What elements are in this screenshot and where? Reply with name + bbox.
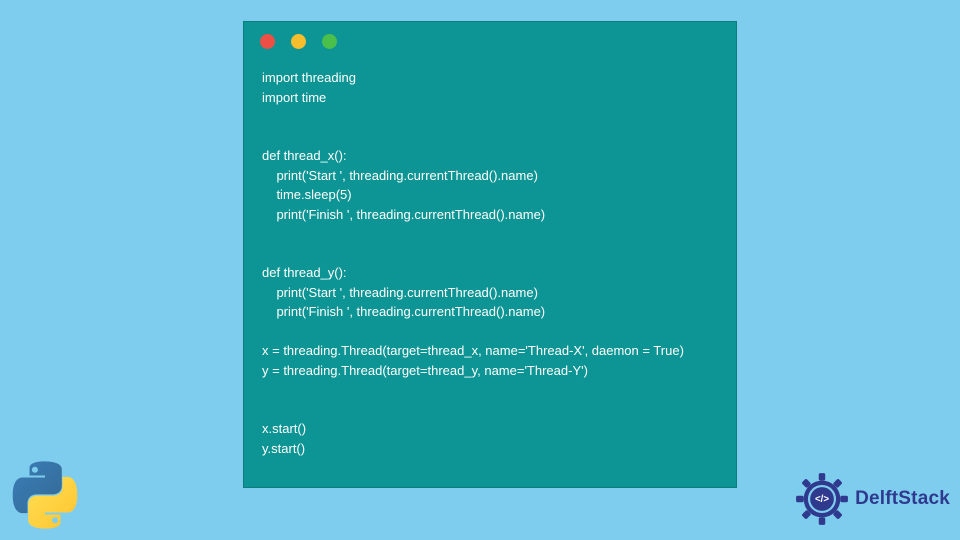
close-icon	[260, 34, 275, 49]
python-logo-icon	[8, 458, 82, 532]
brand-delftstack: </> DelftStack	[795, 472, 950, 526]
brand-name: DelftStack	[855, 488, 950, 510]
minimize-icon	[291, 34, 306, 49]
code-body: import threading import time def thread_…	[244, 60, 736, 470]
maximize-icon	[322, 34, 337, 49]
window-titlebar	[244, 22, 736, 60]
code-window: import threading import time def thread_…	[243, 21, 737, 488]
delftstack-seal-icon: </>	[795, 472, 849, 526]
svg-text:</>: </>	[815, 494, 829, 505]
